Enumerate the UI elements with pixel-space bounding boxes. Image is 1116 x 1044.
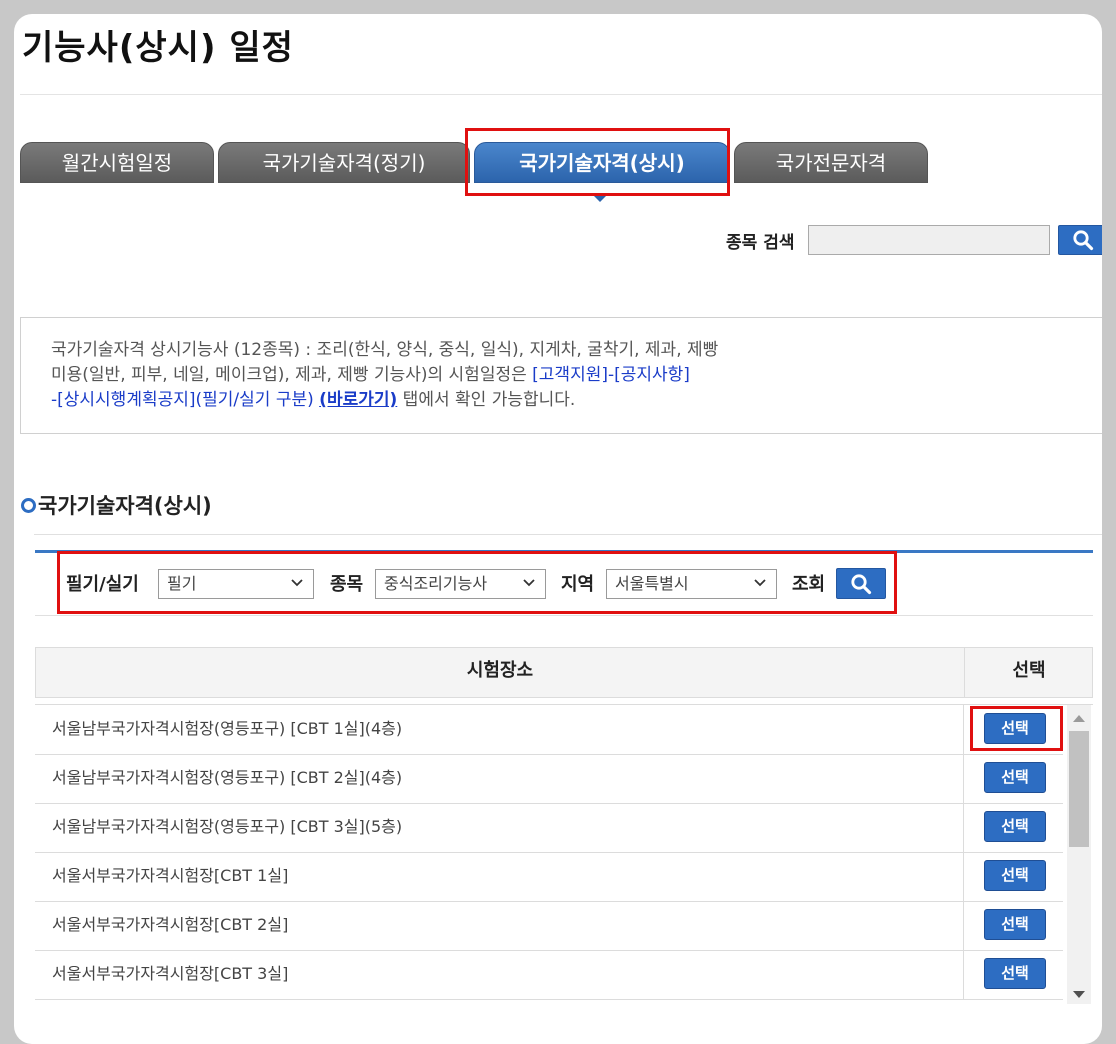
scroll-up-icon[interactable] <box>1073 715 1085 722</box>
table-row: 서울서부국가자격시험장[CBT 2실] 선택 <box>35 901 1063 951</box>
search-icon <box>851 573 872 594</box>
header-place: 시험장소 <box>466 660 534 681</box>
scroll-thumb[interactable] <box>1069 731 1089 847</box>
chevron-down-icon <box>754 579 766 587</box>
chevron-down-icon <box>291 579 303 587</box>
tab-bar: 월간시험일정 국가기술자격(정기) 국가기술자격(상시) 국가전문자격 <box>20 142 940 184</box>
search-label: 종목 검색 <box>726 233 795 253</box>
select-button[interactable]: 선택 <box>984 958 1046 989</box>
select-button[interactable]: 선택 <box>984 860 1046 891</box>
row-place: 서울서부국가자격시험장[CBT 1실] <box>52 866 289 885</box>
scroll-down-icon[interactable] <box>1073 991 1085 998</box>
row-separator <box>963 803 964 852</box>
section-title: 국가기술자격(상시) <box>38 494 212 518</box>
tab-monthly-schedule[interactable]: 월간시험일정 <box>20 142 214 183</box>
filter-region-value: 서울특별시 <box>615 574 689 593</box>
filter-type-label: 필기/실기 <box>66 574 139 595</box>
table-row: 서울서부국가자격시험장[CBT 1실] 선택 <box>35 852 1063 902</box>
section-divider <box>34 534 1102 535</box>
table-scrollbar[interactable] <box>1067 705 1091 1004</box>
row-place: 서울남부국가자격시험장(영등포구) [CBT 3실](5층) <box>52 817 403 836</box>
search-button[interactable] <box>1058 225 1102 255</box>
title-divider <box>20 94 1102 95</box>
filter-top-border <box>35 550 1093 553</box>
row-place: 서울서부국가자격시험장[CBT 3실] <box>52 964 289 983</box>
row-separator <box>963 950 964 999</box>
row-separator <box>963 754 964 803</box>
filter-bottom-border <box>35 615 1093 616</box>
filter-region-label: 지역 <box>561 574 595 595</box>
row-place: 서울남부국가자격시험장(영등포구) [CBT 1실](4층) <box>52 719 403 738</box>
chevron-down-icon <box>523 579 535 587</box>
select-button[interactable]: 선택 <box>984 909 1046 940</box>
row-place: 서울서부국가자격시험장[CBT 2실] <box>52 915 289 934</box>
select-button[interactable]: 선택 <box>984 811 1046 842</box>
select-button[interactable]: 선택 <box>984 713 1046 744</box>
section-bullet-icon <box>21 498 36 513</box>
link-customer-notice[interactable]: [고객지원]-[공지사항] <box>532 365 690 385</box>
info-text-2: 미용(일반, 피부, 네일, 메이크업), 제과, 제빵 기능사)의 시험일정은 <box>51 365 533 385</box>
filter-type-value: 필기 <box>167 574 197 593</box>
row-separator <box>963 901 964 950</box>
table-row: 서울서부국가자격시험장[CBT 3실] 선택 <box>35 950 1063 1000</box>
page-title: 기능사(상시) 일정 <box>22 28 294 68</box>
table-header: 시험장소 선택 <box>35 647 1093 698</box>
tab-national-professional[interactable]: 국가전문자격 <box>734 142 928 183</box>
row-place: 서울남부국가자격시험장(영등포구) [CBT 2실](4층) <box>52 768 403 787</box>
table-body[interactable]: 서울남부국가자격시험장(영등포구) [CBT 1실](4층) 선택 서울남부국가… <box>35 704 1093 1004</box>
query-button[interactable] <box>836 568 886 599</box>
filter-subject-label: 종목 <box>330 574 364 595</box>
filter-subject-value: 중식조리기능사 <box>384 574 488 593</box>
info-text-3: 탭에서 확인 가능합니다. <box>397 390 576 410</box>
row-separator <box>963 705 964 754</box>
tab-national-technical-ondemand[interactable]: 국가기술자격(상시) <box>474 142 730 183</box>
query-label: 조회 <box>792 574 826 595</box>
filter-subject-select[interactable]: 중식조리기능사 <box>375 569 546 599</box>
search-icon <box>1073 230 1094 251</box>
select-button[interactable]: 선택 <box>984 762 1046 793</box>
table-row: 서울남부국가자격시험장(영등포구) [CBT 1실](4층) 선택 <box>35 705 1063 755</box>
search-input[interactable] <box>808 225 1050 255</box>
header-select: 선택 <box>1012 660 1046 681</box>
link-shortcut[interactable]: (바로가기) <box>319 390 397 410</box>
active-tab-indicator <box>592 194 608 202</box>
table-row: 서울남부국가자격시험장(영등포구) [CBT 2실](4층) 선택 <box>35 754 1063 804</box>
table-row: 서울남부국가자격시험장(영등포구) [CBT 3실](5층) 선택 <box>35 803 1063 853</box>
link-ondemand-plan[interactable]: -[상시시행계획공지](필기/실기 구분) <box>51 390 314 410</box>
info-notice: 국가기술자격 상시기능사 (12종목) : 조리(한식, 양식, 중식, 일식)… <box>20 317 1102 434</box>
info-text-1: 국가기술자격 상시기능사 (12종목) : 조리(한식, 양식, 중식, 일식)… <box>51 340 719 360</box>
row-separator <box>963 852 964 901</box>
page-card: 기능사(상시) 일정 월간시험일정 국가기술자격(정기) 국가기술자격(상시) … <box>14 14 1102 1044</box>
tab-national-technical-regular[interactable]: 국가기술자격(정기) <box>218 142 470 183</box>
filter-region-select[interactable]: 서울특별시 <box>606 569 777 599</box>
filter-type-select[interactable]: 필기 <box>158 569 314 599</box>
